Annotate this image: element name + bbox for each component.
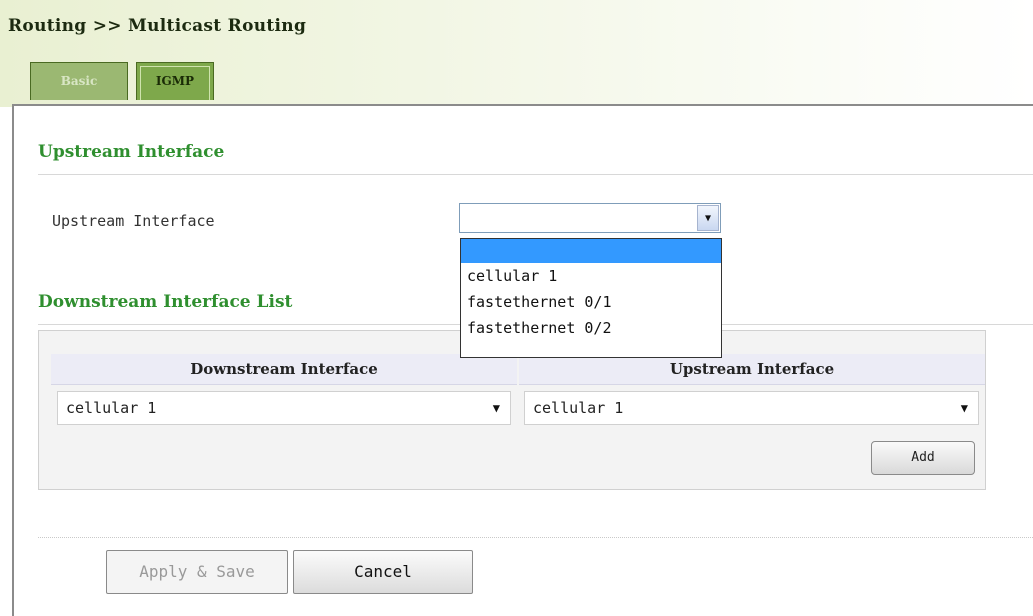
cancel-button[interactable]: Cancel [293, 550, 473, 594]
downstream-interface-select[interactable]: cellular 1 ▼ [57, 391, 511, 425]
chevron-down-icon: ▼ [960, 401, 968, 415]
upstream-interface-label: Upstream Interface [52, 212, 215, 230]
dropdown-option[interactable]: fastethernet 0/2 [461, 315, 721, 341]
column-header-downstream: Downstream Interface [51, 354, 517, 385]
breadcrumb: Routing >> Multicast Routing [8, 16, 307, 36]
add-button[interactable]: Add [871, 441, 975, 475]
downstream-select-value: cellular 1 [66, 399, 157, 417]
chevron-down-icon: ▼ [492, 401, 500, 415]
upstream-section-title: Upstream Interface [38, 142, 225, 162]
upstream-select-value: cellular 1 [533, 399, 624, 417]
dropdown-option[interactable] [461, 239, 721, 263]
tab-igmp[interactable]: IGMP [136, 62, 214, 100]
upstream-dropdown-list[interactable]: cellular 1 fastethernet 0/1 fastethernet… [460, 238, 722, 358]
chevron-down-icon[interactable]: ▼ [697, 205, 719, 231]
dropdown-option[interactable]: cellular 1 [461, 263, 721, 289]
footer-divider [38, 537, 1033, 538]
upstream-interface-select[interactable]: ▼ [459, 203, 721, 233]
column-header-upstream: Upstream Interface [519, 354, 985, 385]
apply-save-button[interactable]: Apply & Save [106, 550, 288, 594]
tab-basic[interactable]: Basic [30, 62, 128, 100]
dropdown-option[interactable]: fastethernet 0/1 [461, 289, 721, 315]
upstream-interface-row-select[interactable]: cellular 1 ▼ [524, 391, 979, 425]
header-bar: Routing >> Multicast Routing Basic IGMP [0, 0, 1033, 107]
section-divider [38, 174, 1033, 175]
downstream-section-title: Downstream Interface List [38, 292, 293, 312]
